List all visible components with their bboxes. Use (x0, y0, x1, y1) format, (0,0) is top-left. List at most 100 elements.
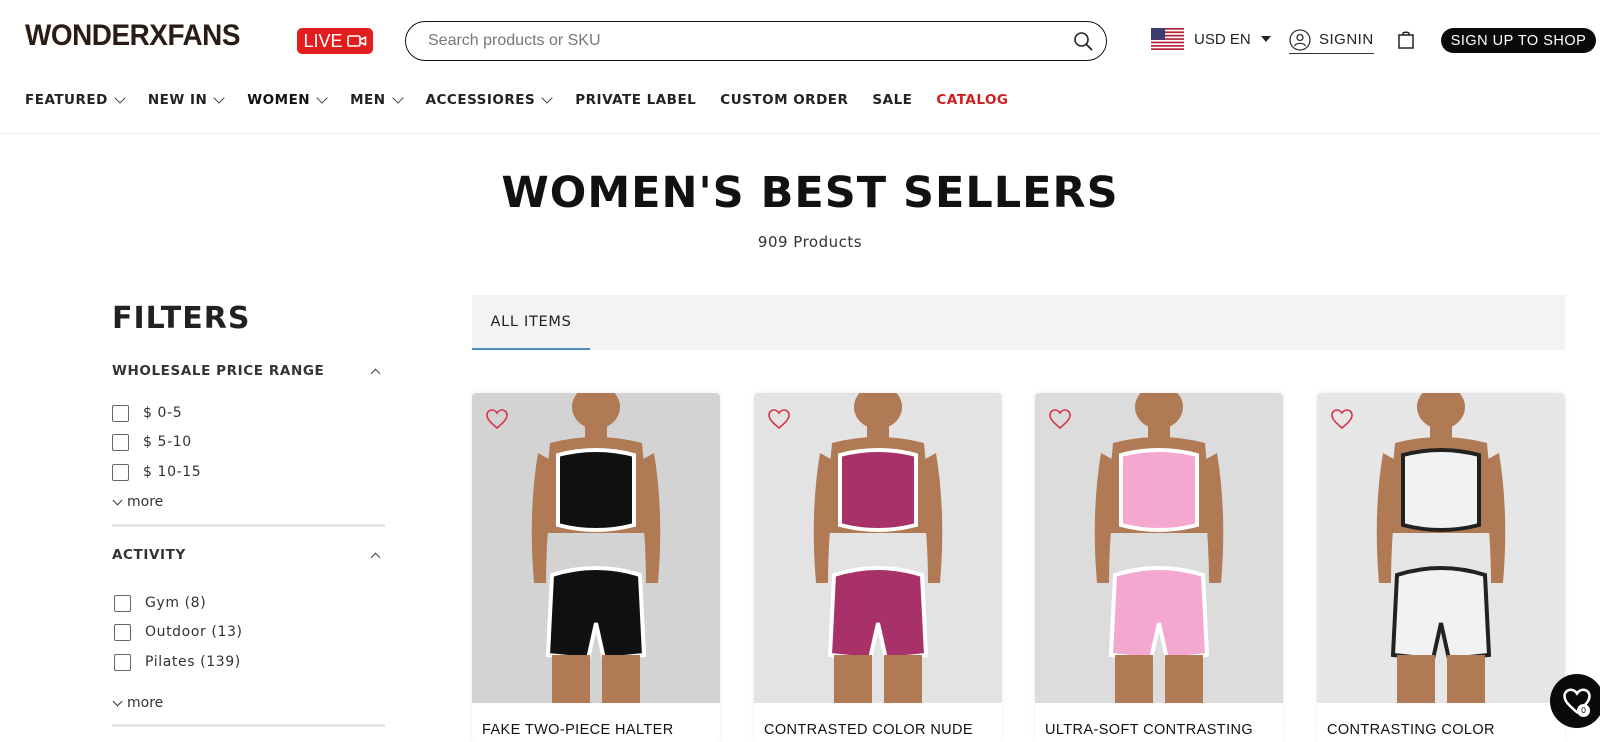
option-label: Outdoor (13) (145, 624, 243, 640)
nav-label: NEW IN (147, 92, 208, 108)
checkbox[interactable] (114, 594, 131, 612)
model-photo (1317, 393, 1565, 703)
product-count: 909 Products (757, 233, 863, 251)
product-image[interactable] (472, 393, 720, 703)
nav-label: WOMEN (247, 92, 311, 108)
page-title: WOMEN'S BEST SELLERS (501, 168, 1119, 218)
cart-button[interactable] (1397, 30, 1415, 54)
filters-title: FILTERS (112, 301, 251, 336)
chevron-up-icon (370, 552, 381, 562)
chevron-down-icon (213, 92, 225, 104)
nav-label: ACCESSIORES (425, 92, 536, 108)
product-card[interactable]: CONTRASTING COLOR (1317, 393, 1565, 742)
nav-label: SALE (872, 92, 913, 108)
product-image[interactable] (1035, 393, 1283, 703)
live-label: LIVE (303, 30, 343, 51)
nav-item-private-label[interactable]: PRIVATE LABEL (575, 92, 696, 108)
header-divider (0, 133, 1600, 134)
nav-item-new-in[interactable]: NEW IN (147, 92, 225, 108)
checkbox[interactable] (112, 463, 129, 481)
search-icon[interactable] (1072, 30, 1094, 52)
product-name[interactable]: CONTRASTED COLOR NUDE (764, 722, 973, 738)
nav-item-featured[interactable]: FEATURED (25, 92, 126, 108)
option-label: $ 10-15 (143, 464, 202, 480)
checkbox[interactable] (114, 623, 131, 641)
product-card[interactable]: CONTRASTED COLOR NUDE (754, 393, 1002, 742)
filter-header-activity[interactable]: ACTIVITY (112, 545, 385, 565)
chevron-down-icon (114, 92, 126, 104)
model-photo (754, 393, 1002, 703)
model-photo (472, 393, 720, 703)
live-badge[interactable]: LIVE (297, 28, 373, 54)
filter-option[interactable]: $ 0-5 (112, 403, 182, 423)
filter-title: ACTIVITY (112, 547, 186, 563)
model-photo (1035, 393, 1283, 703)
heart-icon[interactable] (1048, 408, 1072, 430)
nav-label: CUSTOM ORDER (720, 92, 849, 108)
product-card[interactable]: ULTRA-SOFT CONTRASTING (1035, 393, 1283, 742)
search-bar (405, 21, 1107, 61)
nav-item-sale[interactable]: SALE (872, 92, 912, 108)
chevron-down-icon (112, 696, 123, 706)
more-label: more (127, 494, 164, 510)
filter-title: WHOLESALE PRICE RANGE (112, 363, 325, 379)
tabs-bar (472, 295, 1565, 350)
caret-down-icon (1260, 36, 1271, 42)
filter-option[interactable]: $ 5-10 (112, 432, 192, 452)
product-name[interactable]: CONTRASTING COLOR (1327, 722, 1495, 738)
product-card[interactable]: FAKE TWO-PIECE HALTER (472, 393, 720, 742)
chevron-down-icon (541, 92, 553, 104)
wishlist-floating-button[interactable]: 0 (1550, 674, 1600, 728)
us-flag-icon (1151, 28, 1184, 50)
currency-label: USD EN (1194, 30, 1251, 48)
signin-label: SIGNIN (1319, 31, 1374, 48)
heart-icon[interactable] (1330, 408, 1354, 430)
checkbox[interactable] (112, 433, 129, 451)
product-name[interactable]: ULTRA-SOFT CONTRASTING (1045, 722, 1253, 738)
heart-icon[interactable] (767, 408, 791, 430)
filter-divider (112, 524, 385, 527)
currency-selector[interactable]: USD EN (1151, 28, 1271, 50)
filter-group-activity: ACTIVITY (112, 545, 385, 565)
tab-all-items[interactable]: ALL ITEMS (472, 295, 590, 350)
filter-option[interactable]: Outdoor (13) (114, 622, 243, 642)
filter-option[interactable]: Gym (8) (114, 593, 206, 613)
filter-divider (112, 724, 385, 727)
search-input[interactable] (428, 32, 1072, 50)
more-label: more (127, 695, 164, 711)
option-label: $ 5-10 (143, 434, 192, 450)
video-camera-icon (346, 35, 366, 47)
user-icon (1289, 28, 1311, 51)
wishlist-count: 0 (1577, 704, 1590, 717)
nav-item-accessories[interactable]: ACCESSIORES (425, 92, 553, 108)
nav-item-catalog[interactable]: CATALOG (936, 92, 1008, 108)
more-toggle[interactable]: more (112, 695, 163, 711)
filter-group-price: WHOLESALE PRICE RANGE (112, 361, 385, 381)
product-image[interactable] (754, 393, 1002, 703)
option-label: $ 0-5 (143, 405, 183, 421)
nav-item-custom-order[interactable]: CUSTOM ORDER (720, 92, 848, 108)
nav-item-men[interactable]: MEN (350, 92, 404, 108)
chevron-up-icon (370, 368, 381, 378)
heart-icon[interactable] (485, 408, 509, 430)
shopping-bag-icon (1398, 31, 1414, 49)
option-label: Pilates (139) (145, 654, 241, 670)
product-name[interactable]: FAKE TWO-PIECE HALTER (482, 722, 674, 738)
more-toggle[interactable]: more (112, 494, 163, 510)
nav-label: MEN (350, 92, 386, 108)
filter-option[interactable]: $ 10-15 (112, 462, 201, 482)
checkbox[interactable] (112, 404, 129, 422)
nav-item-women[interactable]: WOMEN (247, 92, 328, 108)
chevron-down-icon (391, 92, 404, 104)
checkbox[interactable] (114, 653, 131, 671)
site-logo[interactable]: WONDERXFANS (25, 19, 240, 53)
nav-label: FEATURED (25, 92, 108, 108)
signin-link[interactable]: SIGNIN (1289, 28, 1374, 54)
filter-header-price[interactable]: WHOLESALE PRICE RANGE (112, 361, 385, 381)
option-label: Gym (8) (145, 595, 207, 611)
product-image[interactable] (1317, 393, 1565, 703)
nav-label: CATALOG (936, 92, 1009, 108)
signup-button[interactable]: SIGN UP TO SHOP (1441, 28, 1596, 53)
main-nav: FEATURED NEW IN WOMEN MEN ACCESSIORES PR… (25, 88, 1033, 112)
filter-option[interactable]: Pilates (139) (114, 652, 241, 672)
